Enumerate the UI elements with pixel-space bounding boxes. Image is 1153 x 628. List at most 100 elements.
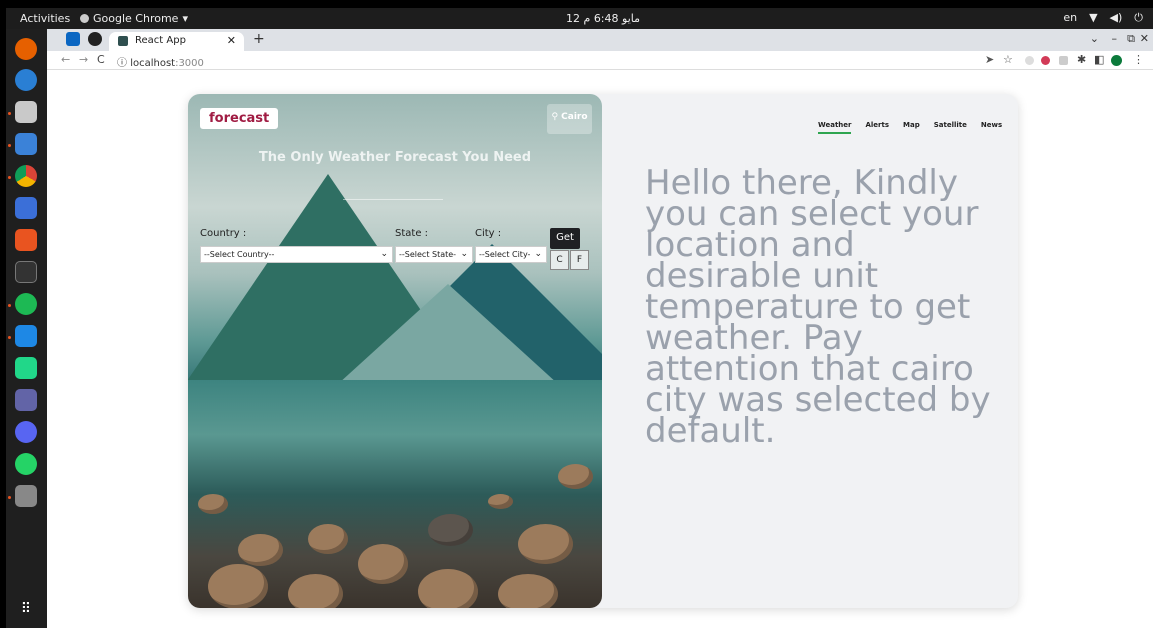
forward-icon[interactable]: →	[79, 53, 88, 66]
rock-shape	[238, 534, 283, 566]
react-app-favicon-icon	[118, 36, 128, 46]
tab-strip: React App ✕ + ⌄ – ⧉ ✕	[47, 29, 1153, 51]
running-indicator	[8, 144, 11, 147]
close-tab-icon[interactable]: ✕	[227, 34, 236, 47]
info-icon: ⓘ	[117, 58, 131, 69]
get-button[interactable]: Get	[550, 228, 580, 249]
celsius-button[interactable]: C	[550, 250, 569, 270]
pin-icon: ⚲	[551, 112, 562, 122]
state-label: State :	[395, 228, 429, 239]
rock-shape	[498, 574, 558, 608]
welcome-message: Hello there, Kindly you can select your …	[645, 163, 991, 451]
fahrenheit-button[interactable]: F	[570, 250, 589, 270]
lake-shape	[188, 380, 602, 490]
rock-shape	[358, 544, 408, 584]
power-icon: ⏻	[1134, 11, 1143, 24]
extension-icon[interactable]	[1059, 56, 1068, 65]
nav-map[interactable]: Map	[903, 121, 920, 134]
bookmark-star-icon[interactable]: ☆	[1003, 53, 1013, 66]
nav-satellite[interactable]: Satellite	[934, 121, 967, 134]
chevron-down-icon: ▾	[182, 12, 188, 25]
mountain-shape	[338, 284, 558, 384]
side-panel-icon[interactable]: ◧	[1094, 53, 1104, 66]
nav-weather[interactable]: Weather	[818, 121, 852, 134]
state-select[interactable]: --Select State- ⌄	[395, 246, 473, 263]
running-indicator	[8, 112, 11, 115]
extension-icon[interactable]	[1041, 56, 1050, 65]
app-menu[interactable]: Google Chrome ▾	[80, 12, 188, 25]
rock-shape	[518, 524, 573, 564]
extension-icon[interactable]	[1025, 56, 1034, 65]
wifi-icon: ▼	[1089, 11, 1098, 24]
url-field[interactable]: ⓘ localhost:3000	[117, 54, 204, 69]
tab-react-app[interactable]: React App ✕	[109, 32, 244, 51]
firefox-icon[interactable]	[15, 38, 37, 60]
tab-search-icon[interactable]: ⌄	[1090, 32, 1099, 45]
files-icon[interactable]	[15, 101, 37, 123]
chrome-icon	[80, 14, 89, 23]
menu-kebab-icon[interactable]: ⋮	[1133, 53, 1144, 66]
chevron-down-icon: ⌄	[460, 249, 468, 259]
system-top-bar: Activities Google Chrome ▾ 12 مايو 6:48 …	[6, 8, 1153, 29]
back-icon[interactable]: ←	[61, 53, 70, 66]
running-indicator	[8, 176, 11, 179]
remote-desktop-icon[interactable]	[15, 197, 37, 219]
discord-icon[interactable]	[15, 421, 37, 443]
chrome-icon[interactable]	[15, 165, 37, 187]
text-editor-icon[interactable]	[15, 133, 37, 155]
thunderbird-icon[interactable]	[15, 69, 37, 91]
page-viewport: forecast ⚲ Cairo The Only Weather Foreca…	[47, 70, 1153, 628]
rock-shape	[308, 524, 348, 554]
new-tab-button[interactable]: +	[253, 31, 265, 47]
top-nav: Weather Alerts Map Satellite News	[818, 121, 1002, 134]
whatsapp-icon[interactable]	[15, 453, 37, 475]
rock-shape	[198, 494, 228, 514]
tagline: The Only Weather Forecast You Need	[258, 150, 532, 165]
rock-shape	[288, 574, 343, 608]
vscode-icon[interactable]	[15, 325, 37, 347]
country-select[interactable]: --Select Country-- ⌄	[200, 246, 393, 263]
show-apps-icon[interactable]: ⠿	[15, 601, 37, 623]
close-window-icon[interactable]: ✕	[1140, 32, 1149, 45]
linkedin-icon[interactable]	[66, 32, 80, 46]
divider	[343, 199, 443, 200]
volume-icon: ◀)	[1109, 11, 1123, 24]
running-indicator	[8, 336, 11, 339]
rock-shape	[558, 464, 593, 489]
send-icon[interactable]: ➤	[985, 53, 994, 66]
running-indicator	[8, 496, 11, 499]
software-center-icon[interactable]	[15, 229, 37, 251]
system-tray[interactable]: en ▼ ◀) ⏻	[1063, 11, 1143, 25]
location-button[interactable]: ⚲ Cairo	[547, 104, 592, 134]
language-indicator[interactable]: en	[1063, 11, 1077, 25]
city-select[interactable]: --Select City- ⌄	[475, 246, 547, 263]
country-label: Country :	[200, 228, 247, 239]
chevron-down-icon: ⌄	[534, 249, 542, 259]
recorder-icon[interactable]	[15, 485, 37, 507]
rock-shape	[418, 569, 478, 608]
restore-icon[interactable]: ⧉	[1127, 32, 1135, 46]
rock-shape	[488, 494, 513, 509]
github-icon[interactable]	[88, 32, 102, 46]
running-indicator	[8, 304, 11, 307]
city-label: City :	[475, 228, 502, 239]
desktop: Activities Google Chrome ▾ 12 مايو 6:48 …	[6, 8, 1153, 628]
hero-panel: forecast ⚲ Cairo The Only Weather Foreca…	[188, 94, 602, 608]
rock-shape	[208, 564, 268, 608]
logo[interactable]: forecast	[200, 108, 279, 129]
pycharm-icon[interactable]	[15, 357, 37, 379]
chevron-down-icon: ⌄	[380, 249, 388, 259]
minimize-icon[interactable]: –	[1112, 32, 1118, 45]
extensions-puzzle-icon[interactable]: ✱	[1077, 53, 1086, 66]
terminal-icon[interactable]	[15, 261, 37, 283]
weather-card: forecast ⚲ Cairo The Only Weather Foreca…	[188, 94, 1018, 608]
clock[interactable]: 12 مايو 6:48 م	[566, 12, 640, 25]
nav-news[interactable]: News	[981, 121, 1002, 134]
activities-button[interactable]: Activities	[20, 12, 70, 25]
address-bar: ← → C ⓘ localhost:3000 ➤ ☆ ✱ ◧ ⋮	[47, 51, 1153, 70]
nav-alerts[interactable]: Alerts	[865, 121, 889, 134]
reload-icon[interactable]: C	[97, 53, 105, 66]
spotify-icon[interactable]	[15, 293, 37, 315]
profile-avatar[interactable]	[1111, 55, 1122, 66]
teams-icon[interactable]	[15, 389, 37, 411]
